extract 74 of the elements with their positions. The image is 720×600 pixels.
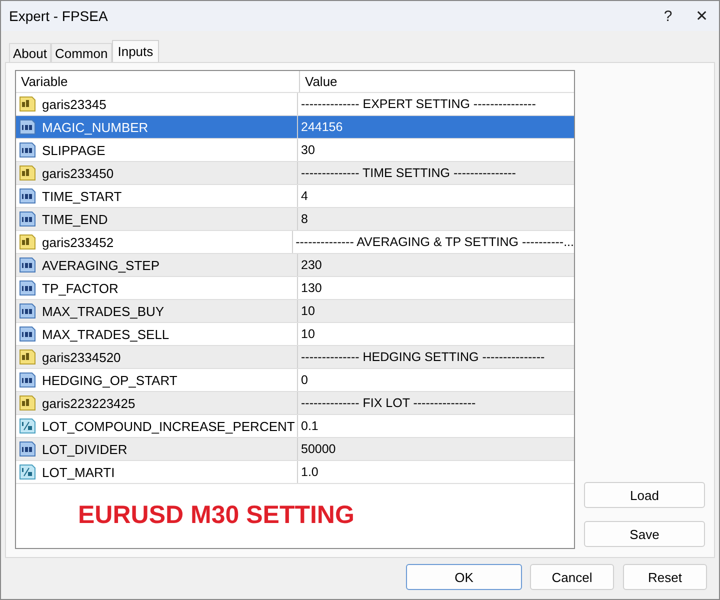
variable-value: 244156: [301, 120, 343, 134]
variable-name: TP_FACTOR: [42, 280, 118, 296]
integer-type-icon: [19, 326, 37, 342]
variable-value: 230: [301, 258, 322, 272]
variable-value: 4: [301, 189, 308, 203]
column-header[interactable]: Variable: [16, 71, 300, 92]
dialog-button[interactable]: Reset: [623, 564, 707, 590]
variable-value: -------------- AVERAGING & TP SETTING ----------...: [296, 235, 574, 249]
table-row[interactable]: AVERAGING_STEP 230: [16, 254, 574, 277]
string-type-icon: [19, 234, 37, 250]
tab[interactable]: Inputs: [112, 40, 160, 62]
variable-name: garis2334520: [42, 350, 121, 364]
variable-name: AVERAGING_STEP: [42, 258, 160, 272]
table-row[interactable]: garis233450 -------------- TIME SETTING ---------------: [16, 162, 574, 185]
table-row[interactable]: MAGIC_NUMBER 244156: [16, 116, 574, 139]
integer-type-icon: [19, 119, 37, 135]
string-type-icon: [19, 96, 37, 112]
integer-type-icon: [19, 257, 37, 273]
dialog-button[interactable]: Cancel: [530, 564, 614, 590]
variable-value: 130: [301, 281, 322, 295]
integer-type-icon: [19, 372, 37, 388]
table-row[interactable]: garis223223425 -------------- FIX LOT ---------------: [16, 392, 574, 415]
integer-type-icon: [19, 303, 37, 319]
note-text: EURUSD M30 SETTING: [78, 501, 354, 530]
side-button[interactable]: Save: [584, 521, 705, 547]
tab[interactable]: Common: [50, 43, 112, 62]
table-row[interactable]: garis2334520 -------------- HEDGING SETTING ---------------: [16, 346, 574, 369]
integer-type-icon: [19, 211, 37, 227]
variable-name: garis23345: [42, 96, 106, 112]
variable-value: 0: [301, 373, 308, 387]
integer-type-icon: [19, 280, 37, 296]
variable-value: 8: [301, 212, 308, 226]
variable-value: 10: [301, 327, 315, 341]
variable-name: MAX_TRADES_BUY: [42, 304, 164, 318]
table-row[interactable]: LOT_MARTI 1.0: [16, 461, 574, 484]
variable-name: MAX_TRADES_SELL: [42, 326, 170, 342]
window-title: Expert - FPSEA: [9, 8, 109, 24]
variable-value: 0.1: [301, 419, 318, 433]
variable-name: LOT_COMPOUND_INCREASE_PERCENT: [42, 418, 295, 434]
close-button[interactable]: ✕: [685, 2, 719, 30]
variable-name: TIME_START: [42, 188, 122, 204]
variable-name: HEDGING_OP_START: [42, 372, 178, 388]
variable-value: 10: [301, 304, 315, 318]
variable-value: 1.0: [301, 465, 318, 479]
variable-name: SLIPPAGE: [42, 142, 106, 158]
tab[interactable]: About: [9, 43, 51, 62]
string-type-icon: [19, 395, 37, 411]
dialog-button[interactable]: OK: [406, 564, 522, 590]
variable-name: LOT_MARTI: [42, 464, 115, 480]
fraction-type-icon: [19, 464, 37, 480]
side-button[interactable]: Load: [584, 482, 705, 508]
variable-name: MAGIC_NUMBER: [42, 120, 148, 134]
variable-name: LOT_DIVIDER: [42, 442, 128, 456]
variable-name: garis233450: [42, 166, 114, 180]
table-row[interactable]: LOT_DIVIDER 50000: [16, 438, 574, 461]
variable-value: 50000: [301, 442, 336, 456]
variable-value: -------------- HEDGING SETTING ---------------: [301, 350, 545, 364]
variable-value: -------------- FIX LOT ---------------: [301, 396, 476, 410]
column-header[interactable]: Value: [300, 71, 574, 92]
variable-value: -------------- EXPERT SETTING ---------------: [301, 97, 536, 111]
variable-name: garis233452: [42, 234, 114, 250]
variable-value: 30: [301, 143, 315, 157]
table-row[interactable]: TIME_END 8: [16, 208, 574, 231]
variable-value: -------------- TIME SETTING ---------------: [301, 166, 516, 180]
integer-type-icon: [19, 441, 37, 457]
fraction-type-icon: [19, 418, 37, 434]
variable-name: garis223223425: [42, 396, 136, 410]
variable-name: TIME_END: [42, 212, 108, 226]
table-row[interactable]: MAX_TRADES_BUY 10: [16, 300, 574, 323]
integer-type-icon: [19, 188, 37, 204]
help-button[interactable]: ?: [651, 2, 685, 30]
string-type-icon: [19, 165, 37, 181]
integer-type-icon: [19, 142, 37, 158]
string-type-icon: [19, 349, 37, 365]
